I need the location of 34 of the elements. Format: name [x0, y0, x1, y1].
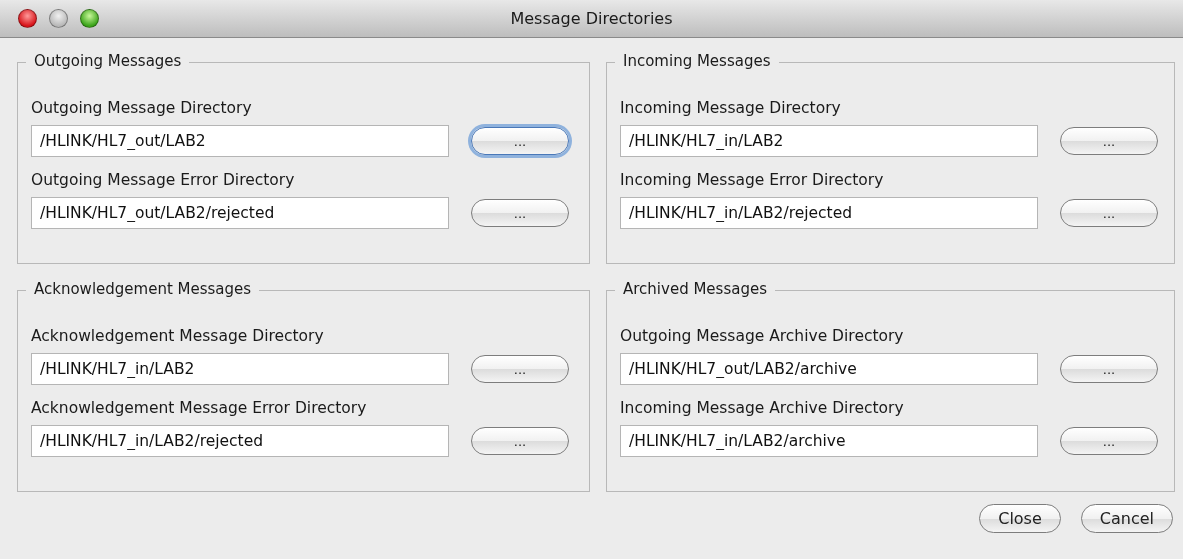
browse-button[interactable]: ... — [471, 199, 569, 227]
group-title: Outgoing Messages — [26, 52, 190, 70]
field-label: Outgoing Message Archive Directory — [620, 327, 905, 345]
path-field[interactable]: /HLINK/HL7_in/LAB2/archive — [620, 425, 1038, 457]
field-label: Incoming Message Error Directory — [620, 171, 885, 189]
browse-button[interactable]: ... — [471, 127, 569, 155]
path-field[interactable]: /HLINK/HL7_out/LAB2 — [31, 125, 449, 157]
field-label: Acknowledgement Message Directory — [31, 327, 325, 345]
path-field[interactable]: /HLINK/HL7_in/LAB2/rejected — [31, 425, 449, 457]
minimize-icon[interactable] — [49, 9, 68, 28]
browse-button[interactable]: ... — [1060, 199, 1158, 227]
zoom-icon[interactable] — [80, 9, 99, 28]
path-field[interactable]: /HLINK/HL7_in/LAB2 — [620, 125, 1038, 157]
cancel-button[interactable]: Cancel — [1080, 504, 1173, 533]
close-button[interactable]: Close — [979, 504, 1061, 533]
path-field[interactable]: /HLINK/HL7_out/LAB2/rejected — [31, 197, 449, 229]
browse-button[interactable]: ... — [1060, 355, 1158, 383]
field-label: Outgoing Message Error Directory — [31, 171, 296, 189]
path-field[interactable]: /HLINK/HL7_in/LAB2 — [31, 353, 449, 385]
window-title: Message Directories — [510, 9, 673, 28]
field-label: Incoming Message Archive Directory — [620, 399, 905, 417]
group-title: Archived Messages — [615, 280, 775, 298]
group-title: Incoming Messages — [615, 52, 779, 70]
browse-button[interactable]: ... — [1060, 427, 1158, 455]
path-field[interactable]: /HLINK/HL7_out/LAB2/archive — [620, 353, 1038, 385]
path-field[interactable]: /HLINK/HL7_in/LAB2/rejected — [620, 197, 1038, 229]
field-label: Outgoing Message Directory — [31, 99, 253, 117]
group-title: Acknowledgement Messages — [26, 280, 260, 298]
browse-button[interactable]: ... — [1060, 127, 1158, 155]
close-icon[interactable] — [18, 9, 37, 28]
field-label: Acknowledgement Message Error Directory — [31, 399, 368, 417]
browse-button[interactable]: ... — [471, 355, 569, 383]
browse-button[interactable]: ... — [471, 427, 569, 455]
field-label: Incoming Message Directory — [620, 99, 842, 117]
